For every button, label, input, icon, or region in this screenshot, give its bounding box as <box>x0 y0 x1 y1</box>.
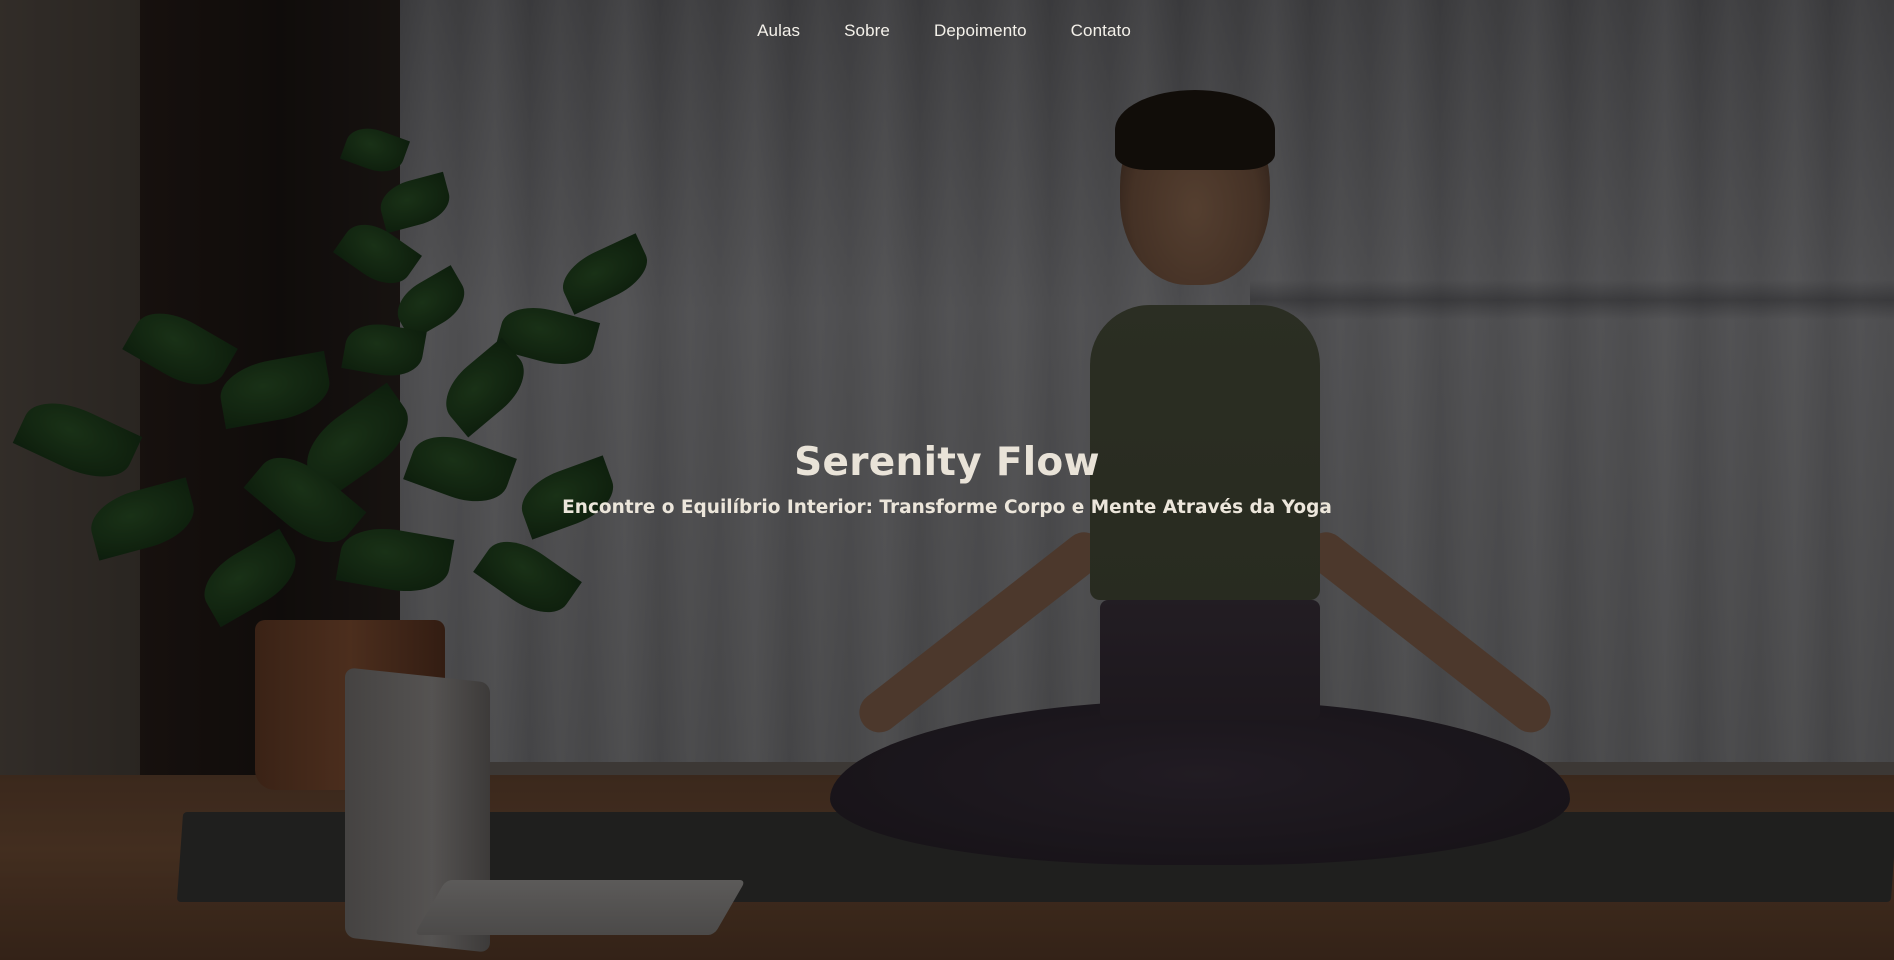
hero-text: Serenity Flow Encontre o Equilíbrio Inte… <box>0 433 1894 521</box>
nav-list: Aulas Sobre Depoimento Contato <box>757 21 1131 41</box>
nav-link-aulas[interactable]: Aulas <box>757 21 800 41</box>
nav-link-sobre[interactable]: Sobre <box>844 21 890 41</box>
hero-subtitle: Encontre o Equilíbrio Interior: Transfor… <box>562 497 1332 518</box>
main-nav: Aulas Sobre Depoimento Contato <box>0 0 1894 62</box>
nav-link-depoimento[interactable]: Depoimento <box>934 21 1027 41</box>
hero-section: Aulas Sobre Depoimento Contato Serenity … <box>0 0 1894 960</box>
hero-title: Serenity Flow <box>794 440 1100 485</box>
nav-link-contato[interactable]: Contato <box>1071 21 1131 41</box>
